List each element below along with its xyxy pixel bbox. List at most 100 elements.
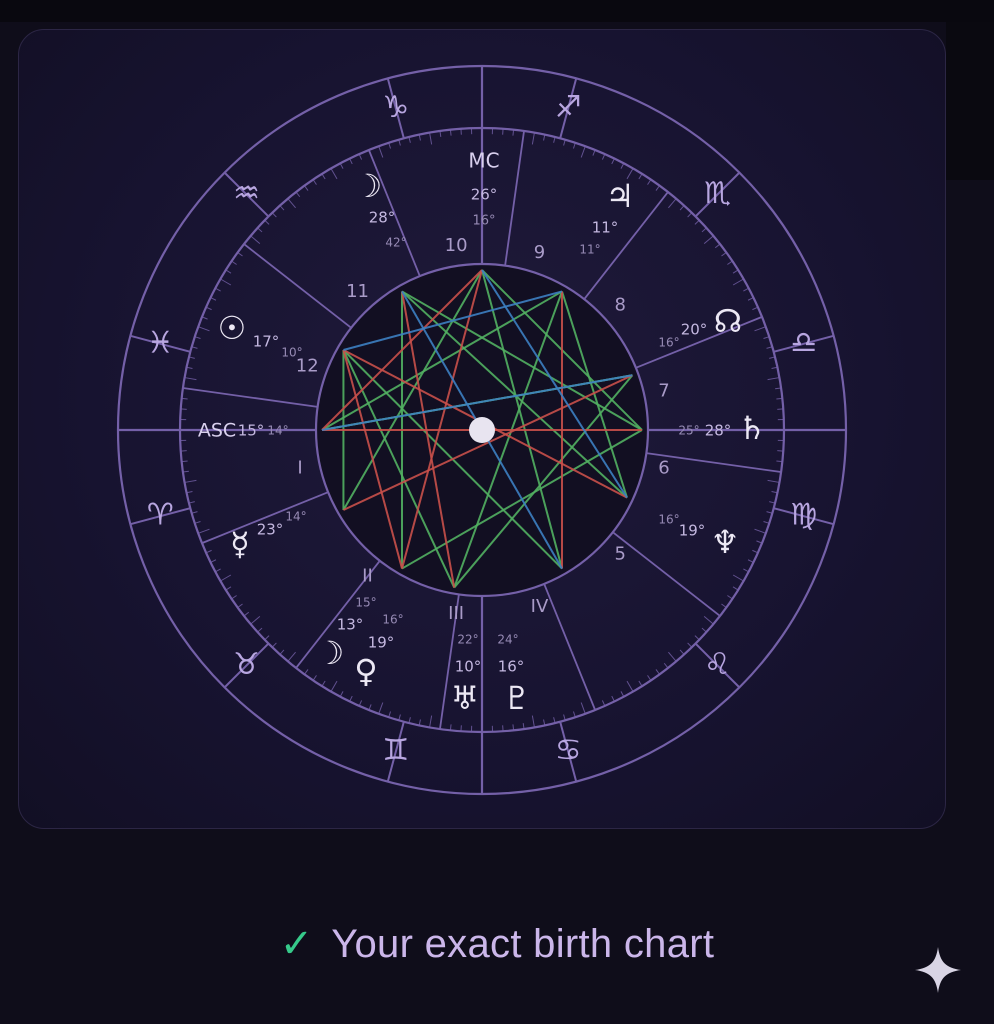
- moon-icon: ☽: [354, 167, 383, 205]
- degree-tick: [330, 680, 338, 692]
- footer-row: ✓ Your exact birth chart: [0, 912, 994, 976]
- zodiac-aquarius-icon: ♒: [233, 176, 260, 211]
- neptune-minute: 16°: [658, 513, 679, 527]
- center-dot: [469, 417, 495, 443]
- north-node-degree: 20°: [681, 321, 708, 339]
- pluto-degree: 16°: [498, 658, 525, 676]
- jupiter-degree: 11°: [592, 219, 619, 237]
- zodiac-leo-icon: ♌: [704, 647, 731, 682]
- zodiac-taurus-icon: ♉: [233, 647, 260, 682]
- degree-tick: [668, 651, 677, 662]
- saturn-minute: 25°: [678, 424, 699, 438]
- asc-degree: 15°: [238, 422, 265, 440]
- jupiter-icon: ♃: [606, 177, 635, 215]
- degree-tick: [287, 198, 296, 209]
- house-cusp: [543, 583, 596, 711]
- zodiac-sagittarius-icon: ♐: [555, 90, 582, 125]
- neptune-icon: ♆: [711, 523, 740, 561]
- house-number: I: [297, 458, 302, 479]
- house-number: 9: [534, 242, 545, 263]
- moon-degree: 28°: [369, 209, 396, 227]
- zodiac-pisces-icon: ♓: [147, 325, 174, 360]
- zodiac-libra-icon: ♎: [790, 325, 817, 360]
- mc-degree: 26°: [471, 186, 498, 204]
- degree-tick: [580, 146, 586, 158]
- uranus-minute: 22°: [457, 633, 478, 647]
- zodiac-virgo-icon: ♍: [790, 498, 817, 533]
- degree-tick: [767, 479, 780, 483]
- zodiac-cancer-icon: ♋: [555, 733, 582, 768]
- house-number: 5: [614, 543, 625, 564]
- degree-tick: [198, 528, 210, 534]
- house-cusp: [612, 531, 721, 617]
- house-number: 6: [658, 458, 669, 479]
- footer-caption: Your exact birth chart: [331, 921, 715, 966]
- house-cusp: [243, 243, 352, 329]
- pluto-icon: ♇: [503, 679, 532, 717]
- house-number: 11: [346, 281, 369, 302]
- north-node-icon: ☊: [714, 302, 742, 340]
- degree-tick: [668, 198, 677, 209]
- house-number: 10: [445, 235, 468, 256]
- saturn-degree: 28°: [705, 422, 732, 440]
- degree-tick: [287, 651, 296, 662]
- zodiac-capricorn-icon: ♑: [382, 90, 409, 125]
- zodiac-scorpio-icon: ♏: [704, 176, 731, 211]
- degree-tick: [732, 278, 744, 286]
- mercury-minute: 14°: [285, 510, 306, 524]
- degree-tick: [703, 616, 714, 625]
- check-icon: ✓: [279, 921, 314, 967]
- degree-tick: [184, 377, 197, 381]
- venus-degree: 19°: [368, 634, 395, 652]
- zodiac-gemini-icon: ♊: [382, 733, 409, 768]
- degree-tick: [754, 528, 766, 534]
- mc-label: MC: [468, 149, 499, 173]
- moon-2-minute: 15°: [355, 596, 376, 610]
- degree-tick: [220, 574, 232, 582]
- degree-tick: [531, 715, 535, 728]
- sun-icon: ☉: [218, 309, 247, 347]
- degree-tick: [184, 479, 197, 483]
- saturn-icon: ♄: [738, 409, 767, 447]
- degree-tick: [378, 146, 384, 158]
- degree-tick: [250, 235, 261, 244]
- degree-tick: [330, 168, 338, 180]
- house-number: 8: [614, 295, 625, 316]
- sparkle-icon: [915, 947, 961, 993]
- degree-tick: [531, 132, 535, 145]
- degree-tick: [767, 377, 780, 381]
- uranus-icon: ♅: [451, 679, 480, 717]
- moon-2-degree: 13°: [337, 616, 364, 634]
- sun-degree: 17°: [253, 333, 280, 351]
- jupiter-minute: 11°: [579, 243, 600, 257]
- house-number: II: [362, 566, 373, 587]
- north-node-minute: 16°: [658, 336, 679, 350]
- degree-tick: [429, 715, 433, 728]
- degree-tick: [626, 680, 634, 692]
- degree-tick: [732, 574, 744, 582]
- mercury-degree: 23°: [257, 521, 284, 539]
- zodiac-aries-icon: ♈: [147, 498, 174, 533]
- birth-chart-wheel: ♑ ♐♏♎♍♌♋♊♉♈♓♒10 98765IVIIIIII1211MC26°16°A…: [116, 64, 848, 796]
- degree-tick: [198, 326, 210, 332]
- degree-tick: [429, 132, 433, 145]
- house-cusp: [182, 387, 318, 408]
- degree-tick: [754, 326, 766, 332]
- degree-tick: [580, 702, 586, 714]
- venus-icon: ♀: [354, 652, 377, 690]
- moon-2-icon: ☽: [316, 634, 345, 672]
- house-number: IV: [531, 596, 549, 617]
- degree-tick: [220, 278, 232, 286]
- mercury-icon: ☿: [230, 525, 250, 563]
- sun-minute: 10°: [281, 346, 302, 360]
- mc-minute: 16°: [472, 214, 495, 229]
- uranus-degree: 10°: [455, 658, 482, 676]
- house-number: 7: [658, 380, 669, 401]
- house-number: III: [448, 603, 464, 624]
- degree-tick: [378, 702, 384, 714]
- house-cusp: [504, 130, 525, 266]
- moon-minute: 42°: [385, 236, 406, 250]
- asc-minute: 14°: [267, 424, 288, 438]
- asc-label: ASC: [198, 420, 236, 442]
- degree-tick: [703, 235, 714, 244]
